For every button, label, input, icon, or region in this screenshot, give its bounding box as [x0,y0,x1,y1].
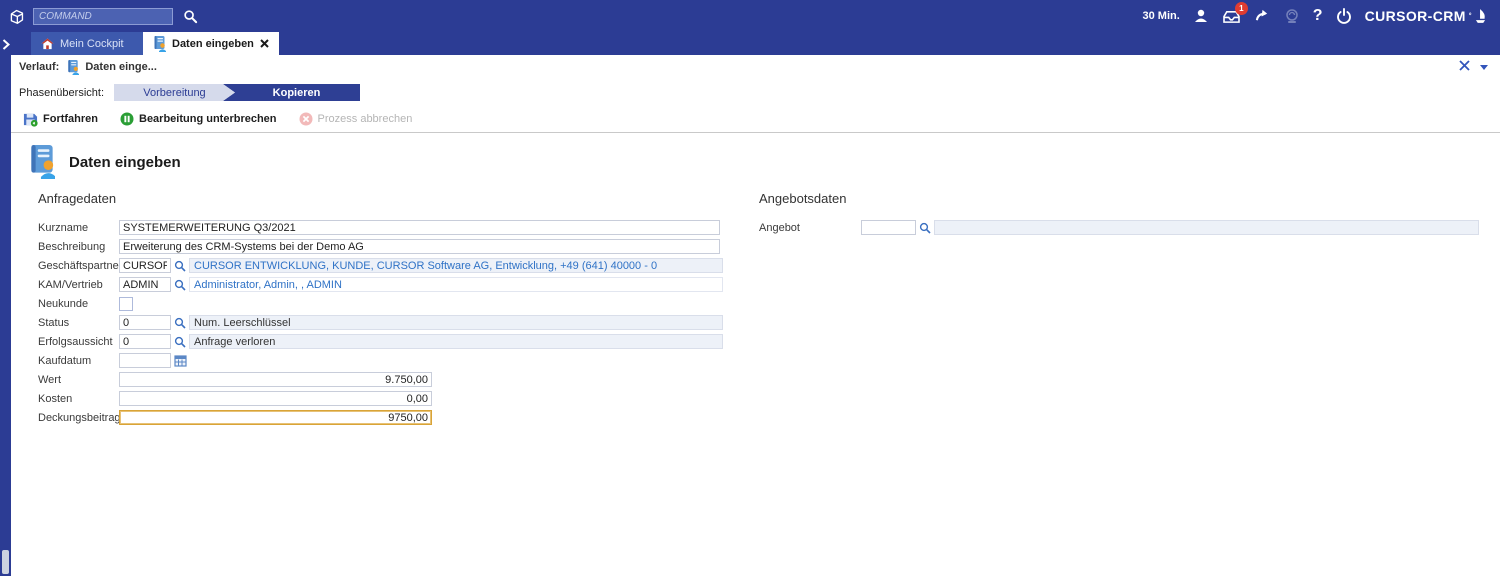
history-bar: Verlauf: Daten einge... [11,55,1500,79]
tab-mein-cockpit[interactable]: Mein Cockpit [31,32,143,55]
deckungsbeitrag-input[interactable] [119,410,432,425]
cancel-process-button: Prozess abbrechen [299,112,412,126]
field-row-beschreibung: Beschreibung [11,237,1500,256]
phase-vorbereitung[interactable]: Vorbereitung [114,84,235,101]
field-label: KAM/Vertrieb [38,278,103,291]
field-row-geschaeftspartner: Geschäftspartner CURSOR ENTWICKLUNG, KUN… [11,256,1500,275]
phase-overview-bar: Phasenübersicht: Vorbereitung Kopieren [11,79,1500,106]
lookup-icon[interactable] [171,279,189,291]
erfolgsaussicht-input[interactable] [119,334,171,349]
lookup-icon[interactable] [171,317,189,329]
field-label: Beschreibung [38,240,106,253]
phase-overview-label: Phasenübersicht: [19,86,104,99]
user-icon[interactable] [1193,8,1209,24]
kaufdatum-input[interactable] [119,353,171,368]
field-label: Kurzname [38,221,89,234]
field-label: Kosten [38,392,73,405]
main-panel: Daten eingeben Anfragedaten Kurzname Bes… [11,133,1500,576]
calendar-icon[interactable] [171,354,189,367]
status-display: Num. Leerschlüssel [189,315,723,330]
status-input[interactable] [119,315,171,330]
home-icon [41,37,54,49]
top-bar: 30 Min. 1 ? CURSOR-CRM° [0,0,1500,32]
field-row-status: Status Num. Leerschlüssel [11,313,1500,332]
session-timer: 30 Min. [1142,10,1180,22]
field-row-neukunde: Neukunde [11,294,1500,313]
pause-editing-button[interactable]: Bearbeitung unterbrechen [120,112,277,126]
lookup-icon[interactable] [171,260,189,272]
geschaeftspartner-link[interactable]: CURSOR ENTWICKLUNG, KUNDE, CURSOR Softwa… [189,258,723,273]
lookup-icon[interactable] [171,336,189,348]
sidebar-collapsed-strip[interactable] [0,32,11,576]
command-input[interactable] [33,7,173,25]
close-tab-icon[interactable] [260,39,269,48]
app-cube-icon[interactable] [8,8,25,25]
field-label: Deckungsbeitrag [38,411,121,424]
history-item[interactable]: Daten einge... [85,61,157,73]
angebot-input[interactable] [861,220,916,235]
geschaeftspartner-input[interactable] [119,258,171,273]
tab-bar: Mein Cockpit Daten eingeben [11,32,1500,55]
page-title: Daten eingeben [69,153,181,171]
field-row-kam: KAM/Vertrieb Administrator, Admin, , ADM… [11,275,1500,294]
field-row-erfolgsaussicht: Erfolgsaussicht Anfrage verloren [11,332,1500,351]
tab-daten-eingeben[interactable]: Daten eingeben [143,32,279,55]
document-person-icon [67,59,80,75]
kurzname-input[interactable] [119,220,720,235]
save-continue-icon [23,113,38,127]
strip-grip[interactable] [2,550,9,574]
angebot-display [934,220,1479,235]
search-icon[interactable] [183,9,198,24]
pause-icon [120,112,134,126]
expand-sidebar-icon[interactable] [0,37,11,55]
lookup-icon[interactable] [916,222,934,234]
brand-logo: CURSOR-CRM ° [1365,8,1486,24]
field-label: Angebot [759,221,800,234]
kam-link[interactable]: Administrator, Admin, , ADMIN [189,277,723,292]
clear-history-icon[interactable] [1459,60,1470,74]
field-label: Kaufdatum [38,354,92,367]
inbox-icon[interactable]: 1 [1222,1,1248,24]
field-row-kosten: Kosten [11,389,1500,408]
section-heading-angebotsdaten: Angebotsdaten [759,191,847,206]
phase-kopieren[interactable]: Kopieren [223,84,360,101]
beschreibung-input[interactable] [119,239,720,254]
field-row-deckungsbeitrag: Deckungsbeitrag [11,408,1500,427]
field-label: Wert [38,373,62,386]
notification-badge: 1 [1234,1,1248,15]
erfolgsaussicht-display: Anfrage verloren [189,334,723,349]
field-label: Erfolgsaussicht [38,335,113,348]
continue-button[interactable]: Fortfahren [23,112,98,127]
tab-label: Mein Cockpit [60,37,124,50]
process-toolbar: Fortfahren Bearbeitung unterbrechen Proz… [11,106,1500,133]
field-row-kaufdatum: Kaufdatum [11,351,1500,370]
field-row-angebot: Angebot [759,218,1479,237]
power-icon[interactable] [1336,8,1352,24]
help-icon[interactable]: ? [1313,7,1323,25]
document-person-icon [154,35,166,52]
kosten-input[interactable] [119,391,432,406]
angebotsdaten-section: Angebotsdaten Angebot [759,181,1479,237]
sailboat-icon [1475,8,1486,23]
field-row-wert: Wert [11,370,1500,389]
tab-label: Daten eingeben [172,37,254,50]
history-label: Verlauf: [19,61,60,73]
sync-status-icon [1284,8,1300,24]
document-person-icon [31,145,55,179]
wert-input[interactable] [119,372,432,387]
field-label: Geschäftspartner [38,259,123,272]
neukunde-checkbox[interactable] [119,296,133,311]
field-label: Status [38,316,70,329]
history-dropdown-icon[interactable] [1480,61,1488,73]
kam-input[interactable] [119,277,171,292]
redo-arrow-icon[interactable] [1254,9,1271,23]
cancel-icon [299,112,313,126]
field-label: Neukunde [38,297,89,310]
